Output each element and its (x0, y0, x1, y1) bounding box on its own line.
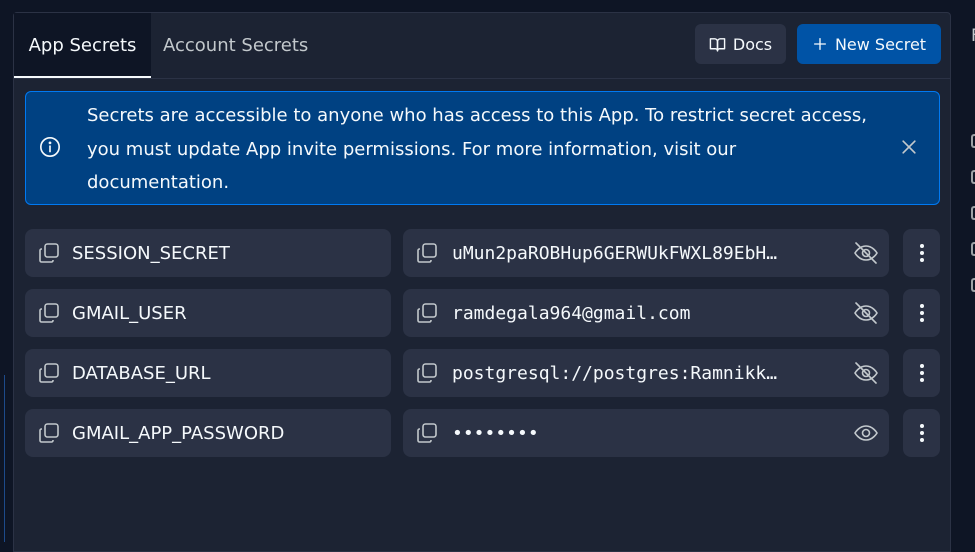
copy-icon[interactable] (37, 361, 61, 385)
secret-key: GMAIL_USER (72, 302, 187, 324)
secret-key: SESSION_SECRET (72, 242, 230, 264)
plus-icon (813, 38, 826, 50)
adjacent-pane-heading: F (971, 26, 975, 46)
copy-icon[interactable] (37, 421, 61, 445)
secret-key: GMAIL_APP_PASSWORD (72, 422, 285, 444)
secrets-panel: App Secrets Account Secrets Docs New Sec… (13, 12, 951, 552)
secret-key: DATABASE_URL (72, 362, 211, 384)
new-secret-button[interactable]: New Secret (797, 24, 941, 64)
more-menu-button[interactable] (903, 229, 940, 277)
secret-key-cell: GMAIL_APP_PASSWORD (25, 409, 391, 457)
secret-row: SESSION_SECRET uMun2paROBHup6GERWUkFWXL8… (25, 229, 940, 277)
docs-label: Docs (732, 34, 773, 54)
secret-value: uMun2paROBHup6GERWUkFWXL89EbH… (452, 242, 778, 264)
info-banner: Secrets are accessible to anyone who has… (25, 91, 940, 205)
more-vertical-icon (919, 364, 924, 382)
eye-icon[interactable] (853, 421, 879, 445)
adjacent-pane-item[interactable] (971, 278, 975, 292)
secret-key-cell: GMAIL_USER (25, 289, 391, 337)
secret-row: DATABASE_URL postgresql://postgres:Ramni… (25, 349, 940, 397)
secret-value: ramdegala964@gmail.com (452, 302, 691, 324)
close-icon[interactable] (899, 137, 919, 157)
copy-icon[interactable] (415, 301, 439, 325)
secrets-toolbar: App Secrets Account Secrets Docs New Sec… (14, 13, 950, 79)
secret-value-cell: uMun2paROBHup6GERWUkFWXL89EbH… (403, 229, 889, 277)
adjacent-pane-item[interactable] (971, 134, 975, 148)
secret-row: GMAIL_USER ramdegala964@gmail.com (25, 289, 940, 337)
secret-value-cell: postgresql://postgres:Ramnikk… (403, 349, 889, 397)
secret-value: postgresql://postgres:Ramnikk… (452, 362, 778, 384)
more-vertical-icon (919, 304, 924, 322)
new-secret-label: New Secret (834, 34, 927, 54)
adjacent-pane-left-edge (0, 375, 5, 542)
copy-icon[interactable] (415, 361, 439, 385)
more-menu-button[interactable] (903, 409, 940, 457)
eye-off-icon[interactable] (853, 241, 879, 265)
adjacent-pane-edge (966, 0, 975, 542)
eye-off-icon[interactable] (853, 361, 879, 385)
more-vertical-icon (919, 424, 924, 442)
secret-value-cell: ramdegala964@gmail.com (403, 289, 889, 337)
secret-value-masked: •••••••• (452, 422, 539, 444)
secret-value-cell: •••••••• (403, 409, 889, 457)
adjacent-pane-item[interactable] (971, 242, 975, 256)
copy-icon[interactable] (415, 241, 439, 265)
copy-icon[interactable] (37, 241, 61, 265)
secret-row: GMAIL_APP_PASSWORD •••••••• (25, 409, 940, 457)
more-menu-button[interactable] (903, 289, 940, 337)
more-vertical-icon (919, 244, 924, 262)
adjacent-pane-item[interactable] (971, 206, 975, 220)
copy-icon[interactable] (415, 421, 439, 445)
banner-message: Secrets are accessible to anyone who has… (87, 105, 868, 193)
docs-button[interactable]: Docs (695, 24, 786, 64)
tab-app-secrets[interactable]: App Secrets (14, 13, 151, 78)
more-menu-button[interactable] (903, 349, 940, 397)
secret-key-cell: SESSION_SECRET (25, 229, 391, 277)
adjacent-pane-item[interactable] (971, 170, 975, 184)
tab-account-secrets[interactable]: Account Secrets (163, 13, 308, 78)
secret-key-cell: DATABASE_URL (25, 349, 391, 397)
info-icon (40, 137, 60, 157)
book-icon (709, 37, 726, 52)
copy-icon[interactable] (37, 301, 61, 325)
eye-off-icon[interactable] (853, 301, 879, 325)
